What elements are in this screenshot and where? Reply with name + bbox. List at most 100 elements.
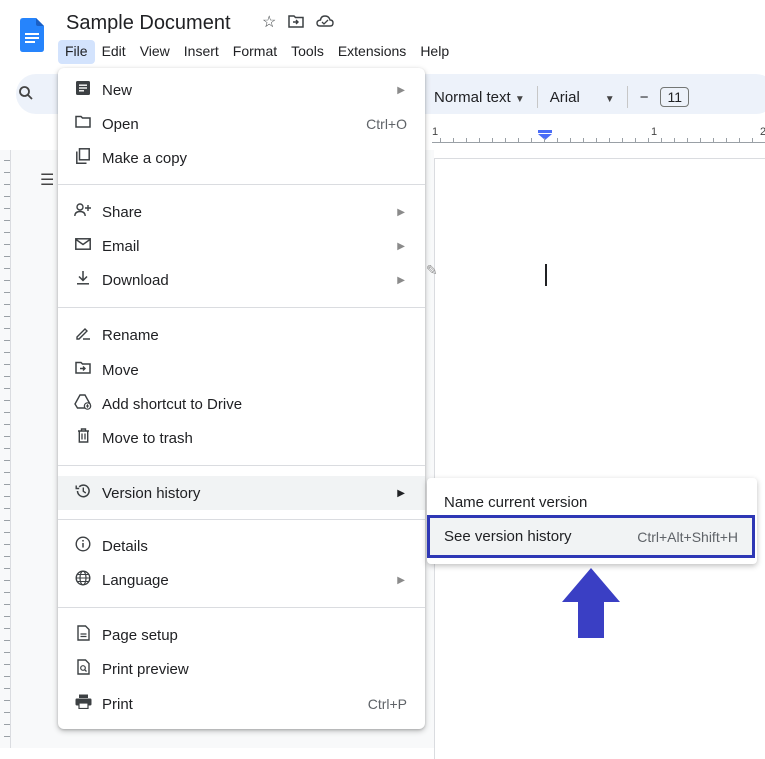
vertical-ruler-tick [4, 268, 10, 269]
new-doc-icon [74, 80, 92, 100]
ruler-tick [726, 138, 727, 142]
menu-item-print-preview[interactable]: Print preview [58, 652, 425, 686]
menu-item-language[interactable]: Language ▶ [58, 563, 425, 597]
menu-item-open[interactable]: Open Ctrl+O [58, 107, 425, 141]
chevron-down-icon: ▼ [604, 93, 615, 105]
menu-edit[interactable]: Edit [95, 40, 133, 64]
ruler-tick [505, 138, 506, 142]
font-size-input[interactable]: 11 [660, 87, 690, 107]
vertical-ruler-tick [4, 376, 10, 377]
menu-item-move[interactable]: Move [58, 353, 425, 387]
vertical-ruler-tick [4, 388, 10, 389]
menu-item-make-a-copy[interactable]: Make a copy [58, 141, 425, 175]
document-title[interactable]: Sample Document [66, 12, 231, 35]
email-icon [74, 237, 92, 255]
ruler-tick [674, 138, 675, 142]
vertical-ruler-tick [4, 604, 10, 605]
ruler-tick [544, 138, 545, 142]
menu-item-print[interactable]: Print Ctrl+P [58, 687, 425, 721]
paragraph-style-dropdown[interactable]: Normal text ▼ [434, 89, 525, 106]
star-icon[interactable]: ☆ [262, 14, 276, 33]
vertical-ruler-tick [4, 544, 10, 545]
menu-item-email[interactable]: Email ▶ [58, 229, 425, 263]
ruler [432, 142, 765, 143]
copy-icon [74, 147, 92, 169]
vertical-ruler-tick [4, 616, 10, 617]
submenu-arrow-icon: ▶ [397, 206, 405, 218]
file-menu: New ▶ Open Ctrl+O Make a copy Share ▶ Em… [58, 68, 425, 729]
download-icon [74, 270, 92, 290]
document-page[interactable] [434, 158, 765, 759]
ruler-tick [453, 138, 454, 142]
ruler-tick [570, 138, 571, 142]
annotation-arrow-icon [562, 568, 620, 638]
vertical-ruler-tick [4, 724, 10, 725]
menu-divider [58, 465, 425, 466]
search-icon[interactable] [18, 85, 34, 105]
ruler-tick [583, 138, 584, 142]
ruler-tick [687, 138, 688, 142]
vertical-ruler-tick [4, 496, 10, 497]
submenu-arrow-icon: ▶ [397, 274, 405, 286]
submenu-item-see-version-history[interactable]: See version history Ctrl+Alt+Shift+H [427, 515, 755, 558]
chevron-down-icon: ▼ [514, 93, 525, 105]
submenu-arrow-icon: ▶ [397, 487, 405, 499]
menu-item-rename[interactable]: Rename [58, 318, 425, 352]
vertical-ruler-tick [4, 664, 10, 665]
ruler-tick [635, 138, 636, 142]
menu-extensions[interactable]: Extensions [331, 40, 413, 64]
menu-item-move-to-trash[interactable]: Move to trash [58, 421, 425, 455]
vertical-ruler-tick [4, 472, 10, 473]
menu-item-download[interactable]: Download ▶ [58, 263, 425, 297]
vertical-ruler-tick [4, 688, 10, 689]
vertical-ruler-tick [4, 532, 10, 533]
printer-icon [74, 694, 92, 714]
vertical-ruler [10, 150, 11, 748]
vertical-ruler-tick [4, 640, 10, 641]
menu-item-add-shortcut[interactable]: Add shortcut to Drive [58, 387, 425, 421]
menu-format[interactable]: Format [226, 40, 284, 64]
menu-divider [58, 307, 425, 308]
menu-item-details[interactable]: Details [58, 529, 425, 563]
cloud-status-icon[interactable] [316, 14, 335, 33]
vertical-ruler-tick [4, 448, 10, 449]
menu-item-share[interactable]: Share ▶ [58, 195, 425, 229]
submenu-arrow-icon: ▶ [397, 240, 405, 252]
ruler-tick [492, 138, 493, 142]
menu-file[interactable]: File [58, 40, 95, 64]
share-person-icon [74, 202, 92, 222]
vertical-ruler-tick [4, 364, 10, 365]
vertical-ruler-tick [4, 244, 10, 245]
move-folder-icon[interactable] [288, 14, 305, 33]
vertical-ruler-tick [4, 424, 10, 425]
ruler-tick [609, 138, 610, 142]
ruler-tick [440, 138, 441, 142]
vertical-ruler-tick [4, 568, 10, 569]
menu-item-version-history[interactable]: Version history ▶ [58, 476, 425, 510]
menu-tools[interactable]: Tools [284, 40, 331, 64]
ruler-tick [661, 138, 662, 142]
pencil-icon: ✎ [426, 262, 438, 278]
ruler-tick [739, 138, 740, 142]
submenu-arrow-icon: ▶ [397, 574, 405, 586]
outline-list-icon[interactable]: ☰ [40, 170, 54, 190]
ruler-tick [622, 138, 623, 142]
decrease-font-size-button[interactable]: − [640, 89, 649, 106]
docs-logo-icon[interactable] [20, 18, 44, 52]
indent-marker-icon[interactable] [538, 130, 552, 140]
vertical-ruler-tick [4, 304, 10, 305]
submenu-item-name-current-version[interactable]: Name current version [427, 485, 757, 519]
font-dropdown[interactable]: Arial ▼ [550, 89, 615, 106]
drive-shortcut-icon [74, 393, 92, 415]
menu-item-new[interactable]: New ▶ [58, 73, 425, 107]
info-icon [74, 535, 92, 557]
menu-insert[interactable]: Insert [177, 40, 226, 64]
vertical-ruler-tick [4, 628, 10, 629]
vertical-ruler-tick [4, 508, 10, 509]
vertical-ruler-tick [4, 592, 10, 593]
menu-help[interactable]: Help [413, 40, 456, 64]
menu-view[interactable]: View [133, 40, 177, 64]
move-icon [74, 361, 92, 379]
vertical-ruler-tick [4, 208, 10, 209]
menu-item-page-setup[interactable]: Page setup [58, 618, 425, 652]
